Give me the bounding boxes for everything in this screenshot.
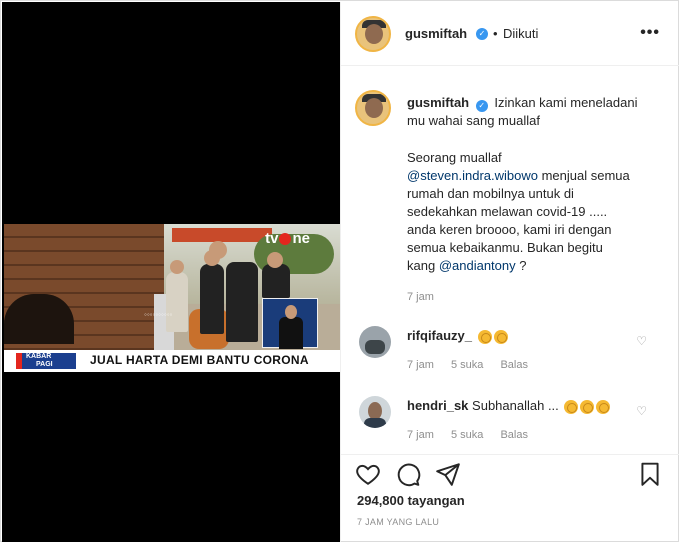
caption-body: Seorang muallaf @steven.indra.wibowo men… [407,149,657,275]
comment-text: Subhanallah ... [472,398,559,413]
comment-like-icon[interactable]: ♡ [636,404,647,418]
caption-p1: Seorang muallaf [407,150,502,165]
more-icon[interactable]: ••• [640,24,660,42]
ticker-brand-top: KABAR [26,353,52,360]
follow-button[interactable]: Diikuti [503,26,538,41]
follow-separator: • [493,26,498,41]
avatar-face [365,24,383,44]
channel-logo: tv ne [265,230,310,247]
video-person [200,264,224,334]
comment-avatar[interactable] [359,326,391,358]
caption-p7: kang [407,258,439,273]
verified-icon: ✓ [475,100,488,112]
caption-p5: anda keren broooo, kami iri dengan [407,222,612,237]
comment-time: 7 jam [407,359,434,371]
comment-icon[interactable] [395,461,421,487]
comment-username[interactable]: rifqifauzy_ [407,328,472,343]
video-roof [172,228,272,242]
post-timestamp: 7 JAM YANG LALU [357,517,440,527]
video-person [166,272,188,332]
clap-emoji-icon [580,399,595,414]
caption-p4: sedekahkan melawan covid-19 ..... [407,204,608,219]
bookmark-icon[interactable] [637,461,663,487]
video-player[interactable]: ◦◦◦◦◦◦◦◦◦◦ tv ne KABAR PAGI JUAL HARTA DE… [4,224,340,372]
video-watermark: ◦◦◦◦◦◦◦◦◦◦ [144,310,173,319]
caption-username[interactable]: gusmiftah [407,95,469,110]
mention-link[interactable]: @steven.indra.wibowo [407,168,538,183]
video-person-head [170,260,184,274]
caption-p2: menjual semua [537,168,630,183]
ticker-brand-bottom: PAGI [36,361,53,368]
ticker-brand: KABAR PAGI [16,353,76,369]
post-media[interactable]: ◦◦◦◦◦◦◦◦◦◦ tv ne KABAR PAGI JUAL HARTA DE… [2,2,340,542]
post-side-panel: gusmiftah ✓ • Diikuti ••• gusmiftah ✓ Iz… [340,2,679,542]
comment-line: hendri_sk Subhanallah ... [407,398,611,414]
caption-line2: mu wahai sang muallaf [407,113,540,128]
video-shadow [4,294,74,344]
clap-emoji-icon [564,399,579,414]
mention-link[interactable]: @andiantony [439,258,516,273]
verified-icon: ✓ [476,28,488,40]
comment-username[interactable]: hendri_sk [407,398,468,413]
reply-button[interactable]: Balas [500,359,528,371]
reply-button[interactable]: Balas [500,429,528,441]
signer-head [285,305,297,319]
comment-like-icon[interactable]: ♡ [636,334,647,348]
avatar[interactable] [355,16,391,52]
caption-p8: ? [515,258,527,273]
share-icon[interactable] [435,461,461,487]
caption-p3: rumah dan mobilnya untuk di [407,186,574,201]
comment-meta: 7 jam 5 suka Balas [407,429,542,441]
video-person-head [267,252,283,268]
post-frame: ◦◦◦◦◦◦◦◦◦◦ tv ne KABAR PAGI JUAL HARTA DE… [0,0,679,542]
view-count[interactable]: 294,800 tayangan [357,493,465,508]
comment-meta: 7 jam 5 suka Balas [407,359,542,371]
avatar-face [365,98,383,118]
avatar-figure [365,340,385,354]
clap-emoji-icon [477,329,492,344]
heart-icon[interactable] [355,461,381,487]
clap-emoji-icon [493,329,508,344]
comment-avatar[interactable] [359,396,391,428]
video-person [226,262,258,342]
comment-likes[interactable]: 5 suka [451,359,483,371]
sign-language-inset [262,298,318,349]
header-username[interactable]: gusmiftah [405,26,467,41]
comment-time: 7 jam [407,429,434,441]
caption-p6: semua kebaikanmu. Bukan begitu [407,240,603,255]
avatar-figure [364,418,386,428]
comment-line: rifqifauzy_ [407,328,508,344]
post-header: gusmiftah ✓ • Diikuti ••• [341,2,679,66]
video-person [262,264,290,298]
video-person-head [209,241,227,259]
caption-text: gusmiftah ✓ Izinkan kami meneladani mu w… [407,94,657,130]
clap-emoji-icon [596,399,611,414]
comment-likes[interactable]: 5 suka [451,429,483,441]
post-actions: 294,800 tayangan 7 JAM YANG LALU [341,454,679,542]
caption-time: 7 jam [407,291,434,303]
ticker-headline: JUAL HARTA DEMI BANTU CORONA [90,353,309,367]
signer-body [279,317,303,349]
caption-avatar[interactable] [355,90,391,126]
news-ticker: KABAR PAGI JUAL HARTA DEMI BANTU CORONA [4,350,340,372]
caption-line1: Izinkan kami meneladani [494,95,638,110]
